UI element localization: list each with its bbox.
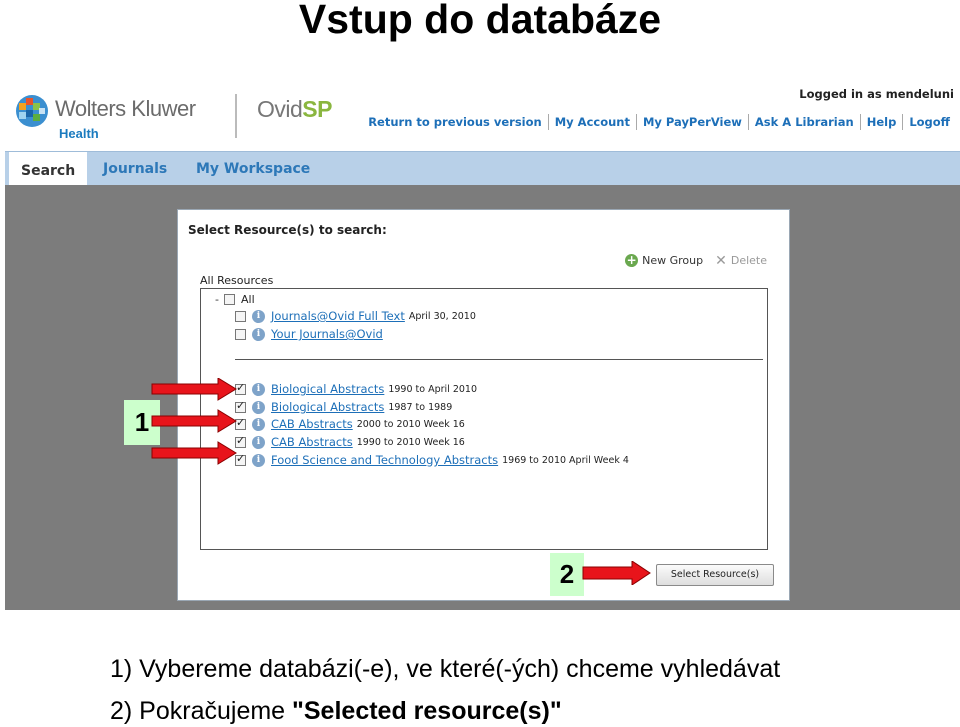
resource-date: 2000 to 2010 Week 16 — [356, 418, 465, 430]
info-icon[interactable]: i — [252, 309, 265, 323]
resource-row: i Biological Abstracts 1987 to 1989 — [235, 399, 452, 415]
logo-divider — [235, 94, 237, 138]
group-divider — [235, 359, 763, 360]
arrow-icons-group — [151, 378, 237, 465]
resource-link[interactable]: Biological Abstracts — [271, 400, 384, 414]
resource-date: 1969 to 2010 April Week 4 — [502, 454, 629, 466]
all-row: - All — [215, 291, 255, 307]
delete-label: Delete — [730, 254, 767, 267]
new-group-label: New Group — [642, 254, 704, 267]
resource-list: - All i Journals@Ovid Full Text April 30… — [200, 288, 768, 550]
arrow-icon — [151, 409, 237, 433]
all-label: All — [240, 292, 255, 306]
arrow-icon — [151, 378, 237, 401]
info-icon[interactable]: i — [252, 382, 265, 396]
resource-row: i Food Science and Technology Abstracts … — [235, 452, 629, 468]
plus-icon: + — [625, 253, 639, 267]
resource-row: i CAB Abstracts 1990 to 2010 Week 16 — [235, 434, 465, 450]
resource-checkbox[interactable] — [235, 328, 246, 340]
resource-checkbox[interactable] — [235, 310, 246, 322]
arrow-icon — [151, 441, 237, 465]
link-my-account[interactable]: My Account — [549, 115, 636, 129]
brand-logo: Wolters Kluwer Health OvidSP — [15, 86, 335, 144]
instruction-2: 2) Pokračujeme "Selected resource(s)" — [110, 697, 562, 726]
delete-button[interactable]: ✕ Delete — [715, 252, 767, 269]
resource-date: 1990 to 2010 Week 16 — [356, 436, 465, 448]
brand-sub: Health — [59, 126, 99, 141]
tab-journals[interactable]: Journals — [91, 152, 179, 186]
resource-link[interactable]: Biological Abstracts — [271, 382, 384, 396]
ovid-screenshot: Wolters Kluwer Health OvidSP Logged in a… — [5, 78, 960, 610]
info-icon[interactable]: i — [252, 435, 265, 449]
select-resources-dialog: Select Resource(s) to search: + New Grou… — [177, 209, 790, 601]
link-help[interactable]: Help — [861, 115, 903, 129]
resource-date: 1987 to 1989 — [388, 401, 453, 413]
resource-date: April 30, 2010 — [408, 310, 476, 322]
top-links: Return to previous version My Account My… — [362, 114, 956, 130]
collapse-icon[interactable]: - — [215, 293, 219, 306]
resource-link[interactable]: Journals@Ovid Full Text — [271, 309, 405, 323]
info-icon[interactable]: i — [252, 400, 265, 414]
link-ask-librarian[interactable]: Ask A Librarian — [749, 115, 860, 129]
dialog-actions: + New Group ✕ Delete — [625, 252, 767, 269]
resource-row: i Your Journals@Ovid — [235, 326, 387, 342]
resource-date: 1990 to April 2010 — [388, 383, 478, 395]
link-return-previous[interactable]: Return to previous version — [362, 115, 548, 129]
resource-link[interactable]: Food Science and Technology Abstracts — [271, 453, 498, 467]
product-name: OvidSP — [257, 96, 332, 123]
slide-title: Vstup do databáze — [298, 0, 662, 42]
new-group-button[interactable]: + New Group — [625, 254, 703, 267]
info-icon[interactable]: i — [252, 327, 265, 341]
resource-link[interactable]: CAB Abstracts — [271, 417, 353, 431]
resource-row: i Biological Abstracts 1990 to April 201… — [235, 381, 477, 397]
logged-in-status: Logged in as mendeluni — [799, 87, 954, 101]
instruction-1: 1) Vybereme databázi(-e), ve které(-ých)… — [110, 655, 781, 683]
resource-link[interactable]: Your Journals@Ovid — [271, 327, 383, 341]
instruction-2-bold: "Selected resource(s)" — [292, 697, 562, 725]
link-my-payperview[interactable]: My PayPerView — [637, 115, 748, 129]
callout-2: 2 — [550, 553, 584, 596]
resource-link[interactable]: CAB Abstracts — [271, 435, 353, 449]
tab-my-workspace[interactable]: My Workspace — [184, 152, 322, 186]
resource-row: i CAB Abstracts 2000 to 2010 Week 16 — [235, 416, 465, 432]
arrow-icon — [582, 561, 651, 585]
link-logoff[interactable]: Logoff — [903, 115, 956, 129]
tab-search[interactable]: Search — [9, 152, 88, 186]
modal-backdrop: Select Resource(s) to search: + New Grou… — [5, 185, 960, 610]
instruction-2-prefix: 2) Pokračujeme — [110, 697, 293, 725]
dialog-title: Select Resource(s) to search: — [188, 223, 387, 237]
info-icon[interactable]: i — [252, 453, 265, 467]
main-tabs: Search Journals My Workspace — [5, 151, 960, 186]
info-icon[interactable]: i — [252, 417, 265, 431]
all-checkbox[interactable] — [223, 293, 235, 305]
wolters-kluwer-logo-icon — [16, 95, 48, 127]
product-suffix: SP — [302, 96, 332, 122]
resource-row: i Journals@Ovid Full Text April 30, 2010 — [235, 308, 476, 324]
brand-name: Wolters Kluwer — [55, 96, 196, 121]
delete-icon: ✕ — [715, 252, 727, 269]
select-resources-button[interactable]: Select Resource(s) — [656, 564, 774, 586]
all-resources-label: All Resources — [200, 274, 274, 287]
product-prefix: Ovid — [257, 96, 303, 122]
